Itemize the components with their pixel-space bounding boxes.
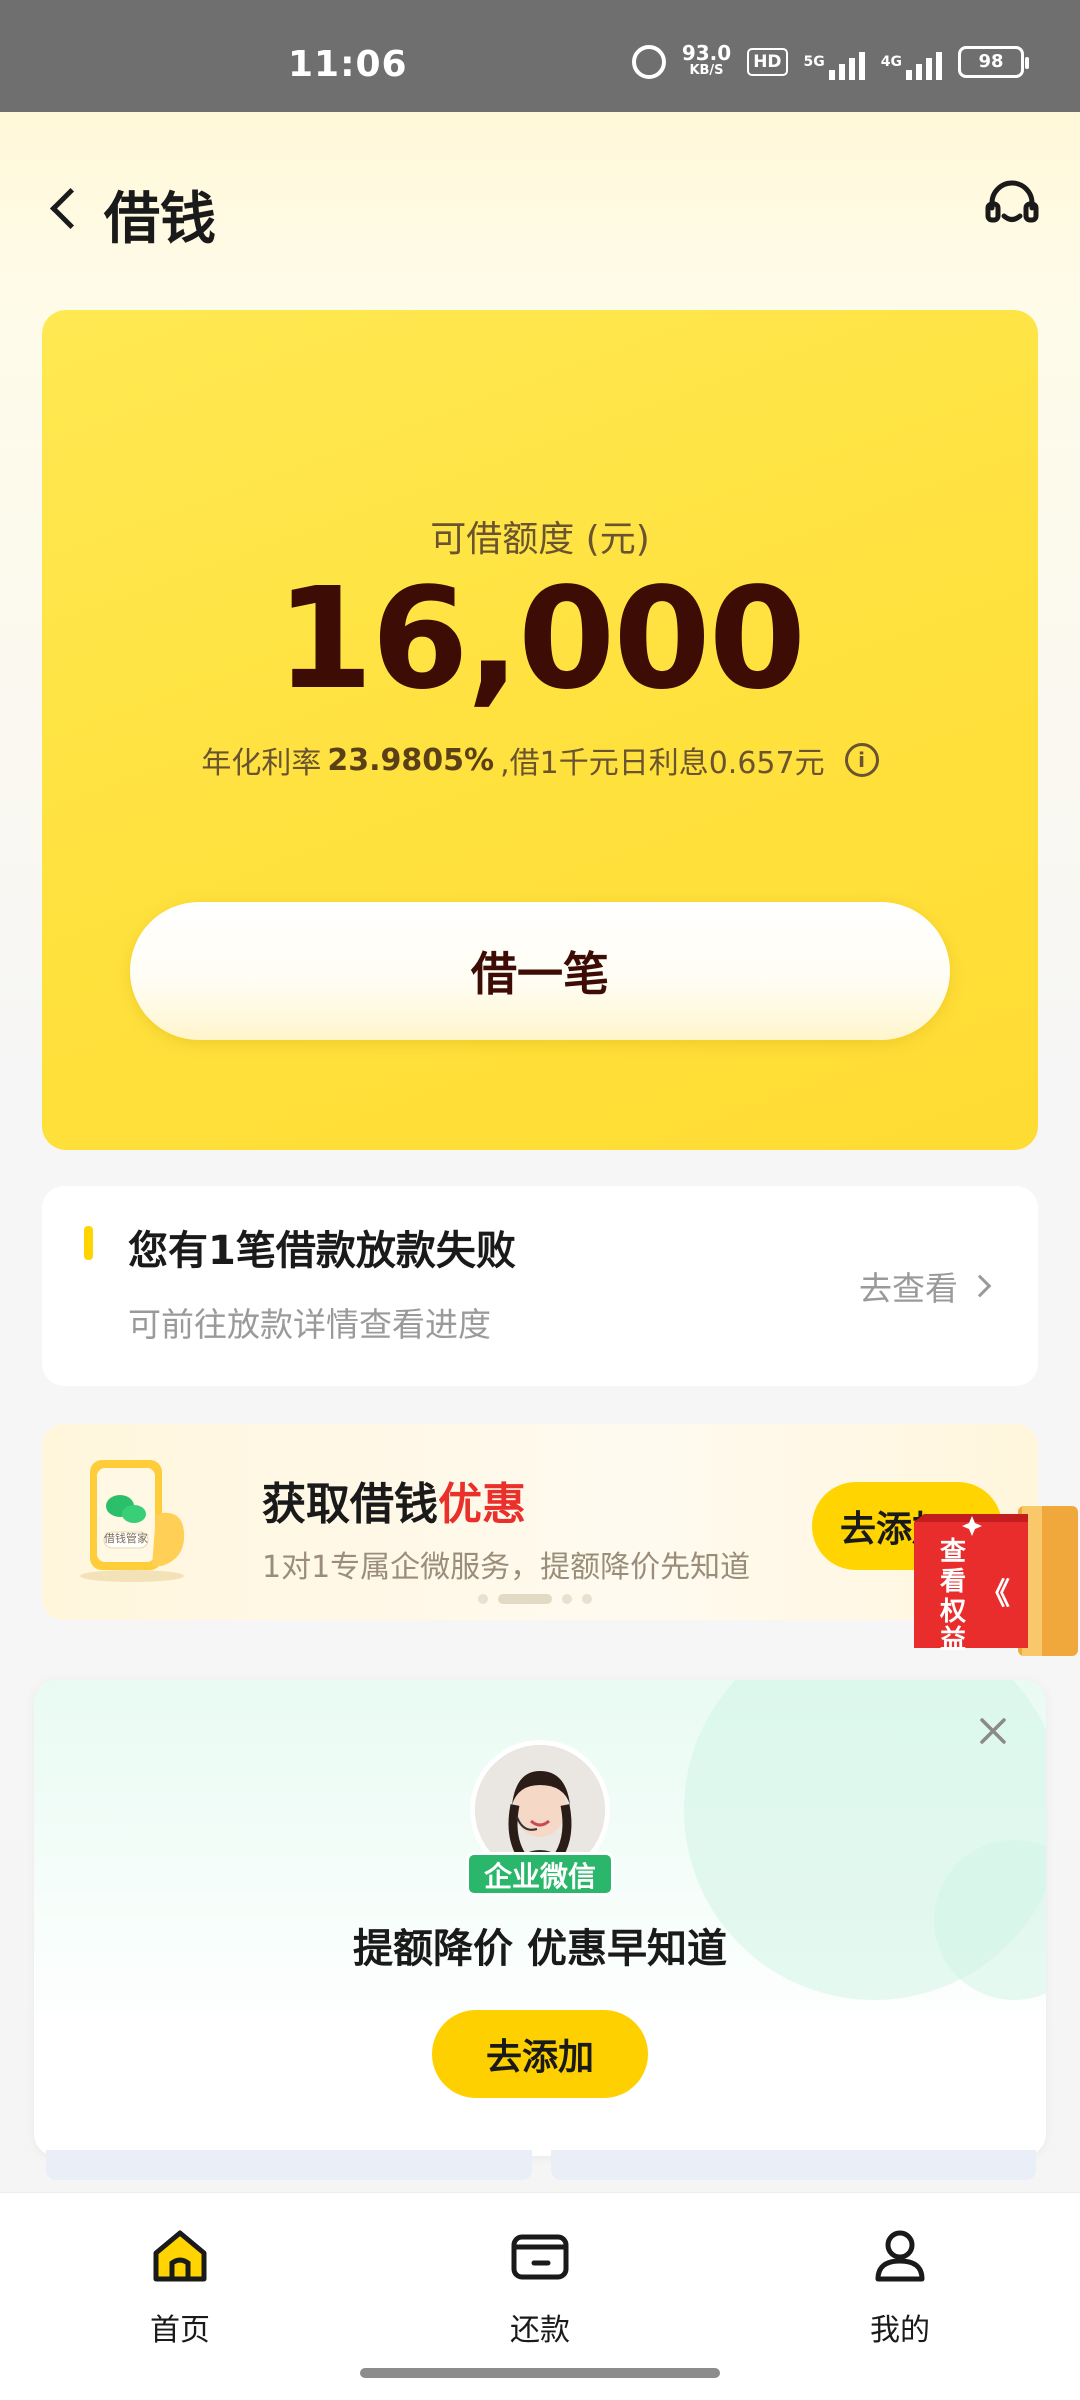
battery-icon: 98 [958, 46, 1029, 78]
notice-accent-bar [84, 1226, 93, 1260]
hd-icon: HD [747, 48, 788, 76]
home-indicator[interactable] [360, 2368, 720, 2378]
view-benefits-badge[interactable]: 查 看 权 益 《 [910, 1502, 1080, 1662]
nav-item-home[interactable]: 首页 [100, 2223, 260, 2349]
status-time: 11:06 [288, 44, 408, 85]
close-icon[interactable] [976, 1714, 1010, 1748]
promo-title: 获取借钱优惠 [262, 1468, 526, 1532]
notice-title: 您有1笔借款放款失败 [128, 1228, 516, 1274]
page-title: 借钱 [104, 187, 216, 252]
underlying-content-strip [46, 2150, 1036, 2180]
badge-char-3: 权 [939, 1597, 966, 1627]
wework-badge: 企业微信 [466, 1852, 614, 1896]
loan-page: 11:06 93.0 KB/S HD 5G 4G 98 借钱 可借额度 (元) … [0, 0, 1080, 2400]
badge-char-4: 益 [940, 1625, 966, 1655]
interest-rate-line: 年化利率 23.9805% ,借1千元日利息0.657元 i [42, 738, 1038, 782]
wework-title: 提额降价 优惠早知道 [353, 1926, 727, 1972]
view-details-link[interactable]: 去查看 [859, 1262, 992, 1310]
signal-5g-icon: 5G [803, 52, 865, 80]
wework-card: 企业微信 提额降价 优惠早知道 去添加 [34, 1680, 1046, 2156]
carousel-dot [582, 1594, 592, 1604]
wework-add-button[interactable]: 去添加 [432, 2010, 648, 2098]
network-speed: 93.0 KB/S [682, 43, 731, 80]
loan-limit-card: 可借额度 (元) 16,000 年化利率 23.9805% ,借1千元日利息0.… [42, 310, 1038, 1150]
badge-arrow: 《 [980, 1577, 1010, 1612]
limit-amount: 16,000 [275, 558, 806, 721]
status-icons: 93.0 KB/S HD 5G 4G 98 [631, 40, 1029, 84]
nav-item-mine[interactable]: 我的 [820, 2223, 980, 2349]
status-bar: 11:06 93.0 KB/S HD 5G 4G 98 [0, 0, 1080, 112]
promo-banner[interactable]: 借钱管家 获取借钱优惠 1对1专属企微服务，提额降价先知道 去添加 [42, 1424, 1038, 1620]
nav-label-repay: 还款 [510, 2313, 570, 2348]
limit-label: 可借额度 (元) [430, 519, 650, 560]
alarm-icon [631, 45, 666, 79]
loan-failure-notice[interactable]: 您有1笔借款放款失败 可前往放款详情查看进度 去查看 [42, 1186, 1038, 1386]
strip-block [551, 2150, 1036, 2180]
carousel-dot [562, 1594, 572, 1604]
chevron-right-icon [968, 1274, 992, 1298]
carousel-indicator [478, 1594, 592, 1604]
rate-value: 23.9805% [327, 742, 495, 778]
info-icon[interactable]: i [844, 743, 879, 777]
rate-prefix: 年化利率 [201, 746, 322, 781]
badge-char-2: 看 [940, 1567, 966, 1597]
back-icon[interactable] [44, 186, 88, 230]
customer-service-icon[interactable] [982, 176, 1042, 236]
borrow-button[interactable]: 借一笔 [130, 902, 950, 1040]
signal-4g-icon: 4G [880, 52, 942, 80]
carousel-dot-active [498, 1594, 552, 1604]
nav-label-home: 首页 [150, 2313, 210, 2348]
phone-label: 借钱管家 [104, 1532, 148, 1545]
nav-item-repay[interactable]: 还款 [460, 2223, 620, 2349]
home-icon [153, 2230, 207, 2282]
profile-icon [875, 2230, 925, 2282]
signal-5g-label: 5G [803, 54, 825, 70]
notice-subtitle: 可前往放款详情查看进度 [128, 1305, 491, 1344]
strip-block [46, 2150, 532, 2180]
carousel-dot [478, 1594, 488, 1604]
view-details-label: 去查看 [859, 1269, 958, 1308]
promo-title-highlight: 优惠 [438, 1479, 526, 1530]
signal-4g-label: 4G [880, 54, 902, 70]
promo-title-plain: 获取借钱 [262, 1479, 438, 1530]
page-header: 借钱 [0, 150, 1080, 270]
wallet-icon [511, 2234, 569, 2280]
wechat-phone-illustration [80, 1460, 185, 1582]
rate-suffix: ,借1千元日利息0.657元 [500, 746, 825, 781]
promo-subtitle: 1对1专属企微服务，提额降价先知道 [262, 1550, 751, 1585]
nav-label-mine: 我的 [870, 2313, 930, 2348]
badge-char-1: 查 [940, 1537, 966, 1567]
